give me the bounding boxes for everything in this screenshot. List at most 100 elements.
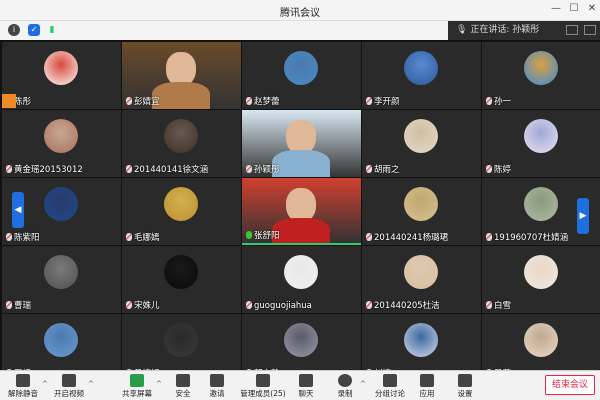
participant-avatar bbox=[284, 255, 318, 289]
breakout-icon bbox=[383, 374, 397, 387]
mic-off-icon bbox=[126, 301, 132, 309]
participant-body bbox=[272, 218, 330, 243]
participant-tile[interactable]: 张舒阳 bbox=[242, 178, 361, 245]
participant-name-text: guoguojiahua bbox=[254, 301, 312, 311]
next-page-button[interactable]: ▶ bbox=[577, 198, 589, 234]
minimize-icon[interactable]: — bbox=[548, 3, 564, 14]
participant-name-text: 李开颜 bbox=[374, 97, 400, 107]
meeting-toolbar: 解除静音 ^ 开启视频 ^ 共享屏幕 ^ 安全 邀请 管理成员(25) 聊天 录… bbox=[0, 370, 600, 400]
participant-avatar bbox=[284, 323, 318, 357]
participant-tile[interactable]: 孙颖彤 bbox=[242, 110, 361, 177]
participant-name-text: 陈婷 bbox=[494, 165, 512, 175]
participant-tile[interactable]: 陈彤 bbox=[2, 42, 121, 109]
participant-avatar bbox=[524, 255, 558, 289]
participant-name: 黄金瑶20153012 bbox=[6, 163, 83, 175]
participant-tile[interactable]: 白雪 bbox=[482, 246, 600, 313]
participant-name-text: 191960707杜婧涵 bbox=[494, 233, 569, 243]
fullscreen-icon[interactable] bbox=[584, 25, 596, 35]
members-icon bbox=[256, 374, 270, 387]
participant-name-text: 胡雨之 bbox=[374, 165, 400, 175]
participant-name: 毛娜嫣 bbox=[126, 231, 160, 243]
participant-avatar bbox=[524, 187, 558, 221]
gallery-view-icon[interactable] bbox=[566, 25, 578, 35]
participant-face bbox=[286, 188, 316, 222]
maximize-icon[interactable]: ☐ bbox=[566, 3, 582, 14]
participant-tile[interactable]: 陈婷 bbox=[482, 110, 600, 177]
participant-tile[interactable]: 201440205杜洁 bbox=[362, 246, 481, 313]
host-icon bbox=[2, 94, 16, 108]
participant-tile[interactable]: 孙一 bbox=[482, 42, 600, 109]
mic-off-icon bbox=[126, 165, 132, 173]
shield-icon bbox=[176, 374, 190, 387]
participant-name-text: 毛娜嫣 bbox=[134, 233, 160, 243]
shield-icon[interactable]: ✓ bbox=[28, 24, 40, 36]
participant-tile[interactable]: 宋姝儿 bbox=[122, 246, 241, 313]
participant-tile[interactable]: 黄金瑶20153012 bbox=[2, 110, 121, 177]
participant-name: 孙一 bbox=[486, 95, 511, 107]
participant-tile[interactable]: 201440241杨璐珺 bbox=[362, 178, 481, 245]
participant-name-text: 曹瑞 bbox=[14, 301, 32, 311]
share-options-icon[interactable]: ^ bbox=[156, 380, 162, 388]
participant-avatar bbox=[164, 323, 198, 357]
participant-name-text: 陈紫阳 bbox=[14, 233, 40, 243]
participant-face bbox=[286, 120, 316, 154]
participant-tile[interactable]: 彭婧宜 bbox=[122, 42, 241, 109]
participant-avatar bbox=[524, 323, 558, 357]
mic-off-icon bbox=[246, 165, 252, 173]
settings-button[interactable]: 设置 bbox=[452, 372, 478, 400]
share-screen-button[interactable]: 共享屏幕 bbox=[118, 372, 156, 400]
participant-avatar bbox=[284, 51, 318, 85]
participant-tile[interactable]: 李开颜 bbox=[362, 42, 481, 109]
mic-off-icon bbox=[126, 97, 132, 105]
video-options-icon[interactable]: ^ bbox=[88, 380, 94, 388]
close-icon[interactable]: ✕ bbox=[584, 3, 600, 14]
share-screen-icon bbox=[130, 374, 144, 387]
info-icon[interactable]: i bbox=[8, 24, 20, 36]
mic-off-icon bbox=[486, 301, 492, 309]
participant-name: 陈紫阳 bbox=[6, 231, 40, 243]
record-button[interactable]: 录制 bbox=[332, 372, 358, 400]
record-options-icon[interactable]: ^ bbox=[360, 380, 366, 388]
breakout-button[interactable]: 分组讨论 bbox=[372, 372, 408, 400]
participant-tile[interactable]: 赵梦蕾 bbox=[242, 42, 361, 109]
participant-name: 宋姝儿 bbox=[126, 299, 160, 311]
security-button[interactable]: 安全 bbox=[170, 372, 196, 400]
participant-avatar bbox=[164, 255, 198, 289]
chat-button[interactable]: 聊天 bbox=[293, 372, 319, 400]
signal-icon[interactable]: ▮ bbox=[46, 24, 58, 36]
prev-page-button[interactable]: ◀ bbox=[12, 192, 24, 228]
participant-avatar bbox=[524, 51, 558, 85]
mic-off-icon bbox=[366, 165, 372, 173]
mic-on-icon bbox=[246, 231, 252, 239]
participant-tile[interactable]: guoguojiahua bbox=[242, 246, 361, 313]
participant-name: 201440141徐文涵 bbox=[126, 163, 208, 175]
participant-avatar bbox=[164, 187, 198, 221]
participant-tile[interactable]: 曹瑞 bbox=[2, 246, 121, 313]
participant-name-text: 孙一 bbox=[494, 97, 512, 107]
apps-button[interactable]: 应用 bbox=[414, 372, 440, 400]
participant-avatar bbox=[164, 119, 198, 153]
mic-off-icon bbox=[6, 165, 12, 173]
participant-tile[interactable]: 胡雨之 bbox=[362, 110, 481, 177]
participant-name: 孙颖彤 bbox=[246, 163, 280, 175]
participant-name: 李开颜 bbox=[366, 95, 400, 107]
participant-grid: 陈彤 彭婧宜 赵梦蕾 李开颜 孙一黄金瑶20153012 201440141徐文涵 孙颖彤 胡… bbox=[0, 40, 600, 381]
manage-members-button[interactable]: 管理成员(25) bbox=[240, 372, 286, 400]
mute-button[interactable]: 解除静音 bbox=[4, 372, 42, 400]
participant-name: 201440241杨璐珺 bbox=[366, 231, 448, 243]
participant-avatar bbox=[524, 119, 558, 153]
mic-off-icon bbox=[486, 165, 492, 173]
mic-off-icon bbox=[126, 233, 132, 241]
mute-options-icon[interactable]: ^ bbox=[42, 380, 48, 388]
participant-tile[interactable]: 毛娜嫣 bbox=[122, 178, 241, 245]
apps-icon bbox=[420, 374, 434, 387]
invite-button[interactable]: 邀请 bbox=[204, 372, 230, 400]
participant-name-text: 宋姝儿 bbox=[134, 301, 160, 311]
participant-tile[interactable]: 201440141徐文涵 bbox=[122, 110, 241, 177]
participant-name-text: 白雪 bbox=[494, 301, 512, 311]
participant-name: guoguojiahua bbox=[246, 301, 312, 311]
window-title: 腾讯会议 bbox=[280, 8, 320, 19]
video-button[interactable]: 开启视频 bbox=[50, 372, 88, 400]
end-meeting-button[interactable]: 结束会议 bbox=[545, 375, 595, 395]
participant-face bbox=[166, 52, 196, 86]
